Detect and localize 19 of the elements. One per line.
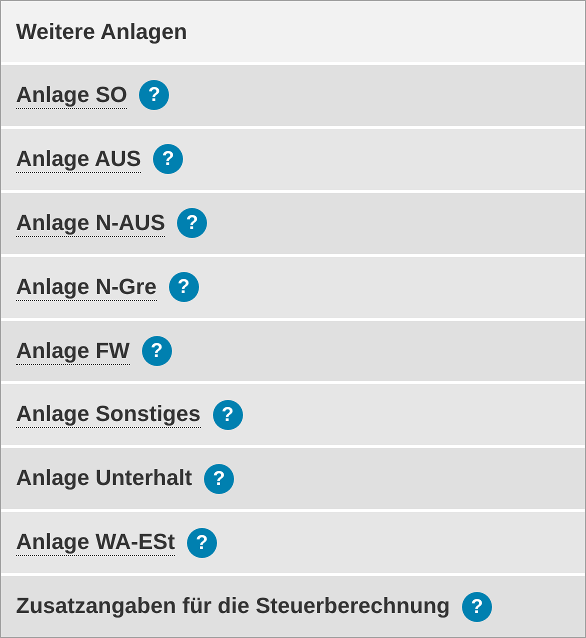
form-link[interactable]: Anlage WA-ESt: [16, 529, 175, 556]
help-button[interactable]: ?: [186, 528, 217, 558]
form-link[interactable]: Anlage Sonstiges: [16, 401, 201, 428]
help-button[interactable]: ?: [212, 400, 243, 430]
help-button[interactable]: ?: [168, 272, 199, 302]
panel-title: Weitere Anlagen: [16, 18, 188, 46]
help-button[interactable]: ?: [153, 144, 184, 174]
form-link[interactable]: Zusatzangaben für die Steuerberechnung: [16, 593, 450, 620]
help-button[interactable]: ?: [177, 208, 208, 238]
help-button[interactable]: ?: [139, 80, 170, 110]
form-link[interactable]: Anlage N-AUS: [16, 210, 166, 237]
help-button[interactable]: ?: [462, 592, 492, 622]
form-link[interactable]: Anlage SO: [16, 82, 128, 109]
form-link[interactable]: Anlage Unterhalt: [16, 465, 192, 492]
form-link[interactable]: Anlage N-Gre: [16, 274, 157, 301]
help-button[interactable]: ?: [142, 336, 172, 366]
form-link[interactable]: Anlage FW: [16, 338, 130, 364]
help-button[interactable]: ?: [204, 464, 234, 494]
form-link[interactable]: Anlage AUS: [16, 146, 142, 173]
